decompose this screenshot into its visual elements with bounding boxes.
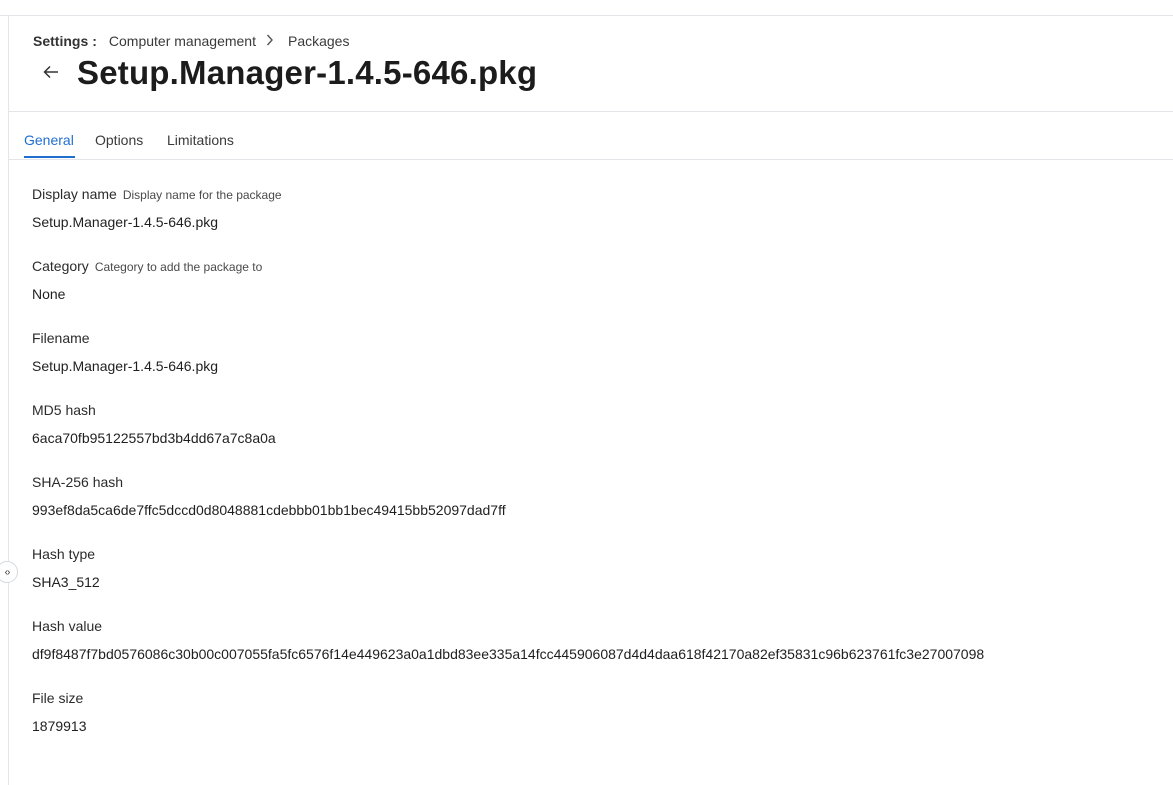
field-value: df9f8487f7bd0576086c30b00c007055fa5fc657… bbox=[32, 646, 985, 662]
tab-bar: General Options Limitations bbox=[9, 112, 1173, 160]
arrow-left-icon bbox=[43, 65, 59, 84]
field-value: 6aca70fb95122557bd3b4dd67a7c8a0a bbox=[32, 430, 276, 446]
field-category: Category Category to add the package to N… bbox=[32, 258, 263, 302]
breadcrumb-separator: : bbox=[92, 33, 97, 49]
field-hash-type: Hash type SHA3_512 bbox=[32, 546, 100, 590]
field-label: File size bbox=[32, 690, 84, 706]
field-hash-value: Hash value df9f8487f7bd0576086c30b00c007… bbox=[32, 618, 984, 662]
tab-general[interactable]: General bbox=[24, 132, 74, 148]
page-header: Settings : Computer management Packages … bbox=[9, 16, 1173, 112]
field-label: Display name bbox=[32, 186, 117, 202]
field-sha256-hash: SHA-256 hash 993ef8da5ca6de7ffc5dccd0d80… bbox=[32, 474, 506, 518]
field-label: SHA-256 hash bbox=[32, 474, 124, 490]
sidebar-toggle-button[interactable]: ‹› bbox=[0, 561, 18, 583]
tab-limitations[interactable]: Limitations bbox=[167, 132, 234, 148]
breadcrumb-packages[interactable]: Packages bbox=[288, 33, 349, 49]
field-value: Setup.Manager-1.4.5-646.pkg bbox=[32, 214, 219, 230]
field-file-size: File size 1879913 bbox=[32, 690, 87, 734]
field-value: SHA3_512 bbox=[32, 574, 100, 590]
field-hint: Category to add the package to bbox=[94, 260, 263, 274]
expand-collapse-icon: ‹› bbox=[4, 566, 11, 578]
field-filename: Filename Setup.Manager-1.4.5-646.pkg bbox=[32, 330, 218, 374]
chevron-right-icon bbox=[266, 34, 274, 49]
active-tab-indicator bbox=[24, 156, 75, 158]
breadcrumb-computer-management[interactable]: Computer management bbox=[109, 33, 256, 49]
field-display-name: Display name Display name for the package… bbox=[32, 186, 282, 230]
field-value: None bbox=[32, 286, 66, 302]
field-label: Hash type bbox=[32, 546, 96, 562]
field-label: Hash value bbox=[32, 618, 103, 634]
field-label: Category bbox=[32, 258, 89, 274]
field-md5-hash: MD5 hash 6aca70fb95122557bd3b4dd67a7c8a0… bbox=[32, 402, 276, 446]
back-button[interactable] bbox=[39, 62, 63, 86]
field-value: 993ef8da5ca6de7ffc5dccd0d8048881cdebbb01… bbox=[32, 502, 506, 518]
field-value: 1879913 bbox=[32, 718, 87, 734]
field-hint: Display name for the package bbox=[122, 188, 282, 202]
field-label: Filename bbox=[32, 330, 90, 346]
top-bar bbox=[0, 0, 1173, 16]
breadcrumb: Settings : Computer management Packages bbox=[33, 33, 349, 49]
field-label: MD5 hash bbox=[32, 402, 96, 418]
field-value: Setup.Manager-1.4.5-646.pkg bbox=[32, 358, 219, 374]
tab-options[interactable]: Options bbox=[95, 132, 143, 148]
breadcrumb-root: Settings bbox=[33, 33, 89, 49]
page-title: Setup.Manager-1.4.5-646.pkg bbox=[77, 54, 538, 91]
